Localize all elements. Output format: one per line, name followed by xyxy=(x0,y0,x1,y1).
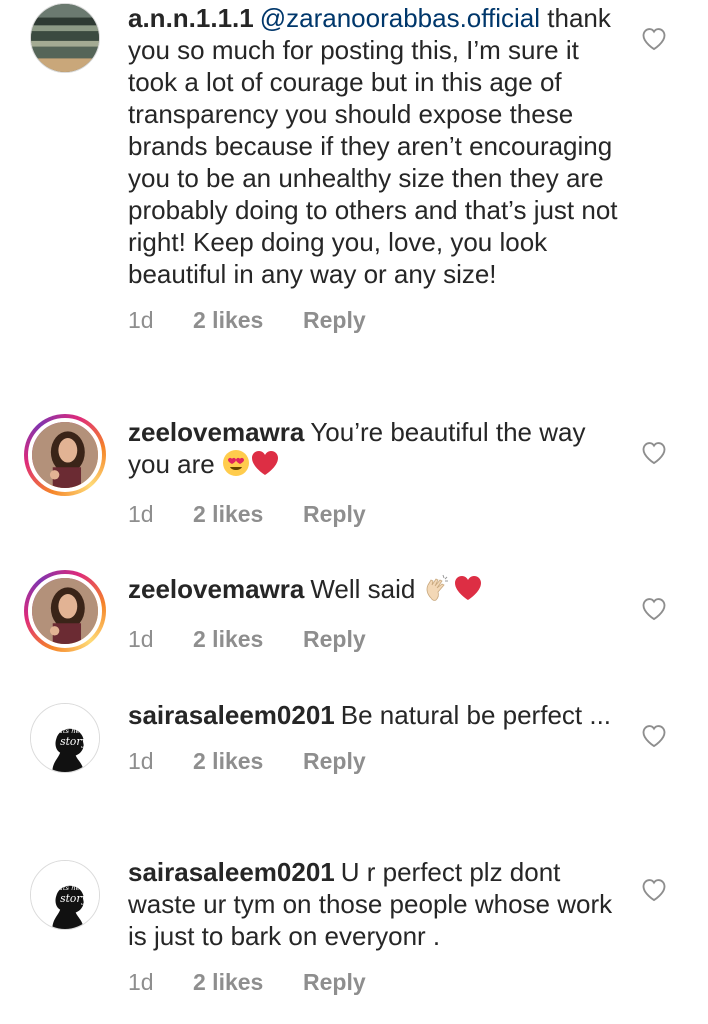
comment-likes-count[interactable]: 2 likes xyxy=(193,500,303,528)
comment-text: sairasaleem0201 Be natural be perfect ... xyxy=(128,699,623,731)
red-heart-emoji xyxy=(250,449,280,484)
heart-eyes-emoji xyxy=(222,449,250,484)
avatar-photo-portrait xyxy=(32,578,98,644)
avatar[interactable] xyxy=(30,3,100,73)
comment-body: Be natural be perfect ... xyxy=(340,700,612,730)
reply-button[interactable]: Reply xyxy=(303,500,366,528)
logo-silhouette: Its her own story xyxy=(31,704,99,772)
comment-likes-count[interactable]: 2 likes xyxy=(193,306,303,334)
comment-likes-count[interactable]: 2 likes xyxy=(193,747,303,775)
red-heart-emoji xyxy=(453,574,483,609)
comment-time: 1d xyxy=(128,969,154,995)
comment-meta: 1d 2 likes Reply xyxy=(128,625,623,653)
logo-silhouette: Its her own story xyxy=(31,861,99,929)
avatar[interactable] xyxy=(24,570,106,652)
avatar[interactable]: Its her own story xyxy=(30,860,100,930)
svg-text:story: story xyxy=(60,892,88,905)
heart-icon[interactable] xyxy=(640,595,668,621)
comment-username[interactable]: sairasaleem0201 xyxy=(128,700,335,730)
svg-text:story: story xyxy=(60,735,88,748)
comment-meta: 1d 2 likes Reply xyxy=(128,306,623,334)
comment-likes-count[interactable]: 2 likes xyxy=(193,968,303,996)
comment-time: 1d xyxy=(128,501,154,527)
comment-username[interactable]: a.n.n.1.1.1 xyxy=(128,3,254,33)
reply-button[interactable]: Reply xyxy=(303,306,366,334)
reply-button[interactable]: Reply xyxy=(303,968,366,996)
avatar[interactable]: Its her own story xyxy=(30,703,100,773)
comment-text: zeelovemawra Well said xyxy=(128,572,623,609)
comment-time: 1d xyxy=(128,748,154,774)
comment-username[interactable]: zeelovemawra xyxy=(128,417,304,447)
clapping-hands-emoji xyxy=(423,572,453,609)
comment-meta: 1d 2 likes Reply xyxy=(128,968,623,996)
comment-meta: 1d 2 likes Reply xyxy=(128,747,623,775)
comment-likes-count[interactable]: 2 likes xyxy=(193,625,303,653)
heart-icon[interactable] xyxy=(640,439,668,465)
comment-text: sairasaleem0201 U r perfect plz dont wast… xyxy=(128,856,623,952)
comment-time: 1d xyxy=(128,307,154,333)
heart-icon[interactable] xyxy=(640,722,668,748)
heart-icon[interactable] xyxy=(640,876,668,902)
comment-text: a.n.n.1.1.1 @zaranoorabbas.official thank… xyxy=(128,2,623,290)
comment-username[interactable]: zeelovemawra xyxy=(128,574,304,604)
comment-text: zeelovemawra You’re beautiful the way you… xyxy=(128,416,623,484)
reply-button[interactable]: Reply xyxy=(303,625,366,653)
comment-time: 1d xyxy=(128,626,154,652)
comment-mention[interactable]: @zaranoorabbas.official xyxy=(260,3,540,33)
avatar-photo-portrait xyxy=(32,422,98,488)
avatar[interactable] xyxy=(24,414,106,496)
comment-meta: 1d 2 likes Reply xyxy=(128,500,623,528)
comment-body: Well said xyxy=(310,574,416,604)
comment-username[interactable]: sairasaleem0201 xyxy=(128,857,335,887)
heart-icon[interactable] xyxy=(640,25,668,51)
avatar-photo-landscape xyxy=(31,4,99,72)
reply-button[interactable]: Reply xyxy=(303,747,366,775)
comment-body: thank you so much for posting this, I’m … xyxy=(128,3,618,289)
